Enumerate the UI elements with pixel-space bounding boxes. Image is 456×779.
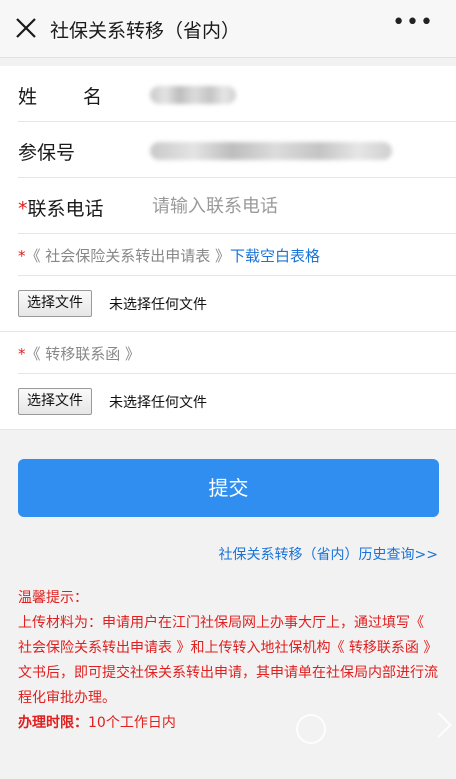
insurance-no-value-redacted [150,142,392,160]
name-label: 姓 名 [18,86,123,108]
upload-title: 《 社会保险关系转出申请表 》 [25,247,231,265]
insurance-no-row: 参保号 [18,122,456,178]
phone-label: *联系电话 [18,194,104,221]
choose-file-button[interactable]: 选择文件 [18,388,92,415]
tips-body: 上传材料为：申请用户在江门社保局网上办事大厅上，通过填写《 社会保险关系转出申请… [18,615,438,706]
required-mark: * [18,198,28,220]
upload-header-transfer-letter: *《 转移联系函 》 [18,332,456,374]
processing-time-value: 10个工作日内 [88,715,176,731]
history-query-link[interactable]: 社保关系转移（省内）历史查询>> [219,544,438,564]
choose-file-button[interactable]: 选择文件 [18,290,92,317]
upload-row-transfer-letter: 选择文件 未选择任何文件 [0,374,456,430]
submit-button[interactable]: 提交 [18,459,439,517]
tips-section: 温馨提示： 上传材料为：申请用户在江门社保局网上办事大厅上，通过填写《 社会保险… [18,586,440,736]
refresh-icon [296,714,326,744]
processing-time: 办理时限：10个工作日内 [18,711,440,736]
download-blank-form-link[interactable]: 下载空白表格 [230,247,320,265]
application-form: 姓 名 参保号 *联系电话 *《 社会保险关系转出申请表 》下载空白表格 选择文… [0,66,456,430]
insurance-no-label: 参保号 [18,142,76,164]
phone-label-text: 联系电话 [27,198,104,220]
required-mark: * [18,247,26,265]
file-status: 未选择任何文件 [109,395,207,411]
name-value-redacted [150,86,236,104]
phone-row: *联系电话 [18,178,456,234]
more-icon[interactable]: ••• [392,10,434,35]
required-mark: * [18,345,26,363]
title-bar: 社保关系转移（省内） ••• [0,0,456,58]
name-row: 姓 名 [18,66,456,122]
upload-header-application-form: *《 社会保险关系转出申请表 》下载空白表格 [18,234,456,276]
file-status: 未选择任何文件 [109,297,207,313]
tips-heading: 温馨提示： [18,590,88,606]
processing-time-label: 办理时限： [18,715,88,731]
upload-title: 《 转移联系函 》 [25,345,141,363]
close-icon[interactable] [12,14,40,42]
page-title: 社保关系转移（省内） [50,20,241,42]
phone-input[interactable] [152,190,442,222]
upload-row-application-form: 选择文件 未选择任何文件 [0,276,456,332]
